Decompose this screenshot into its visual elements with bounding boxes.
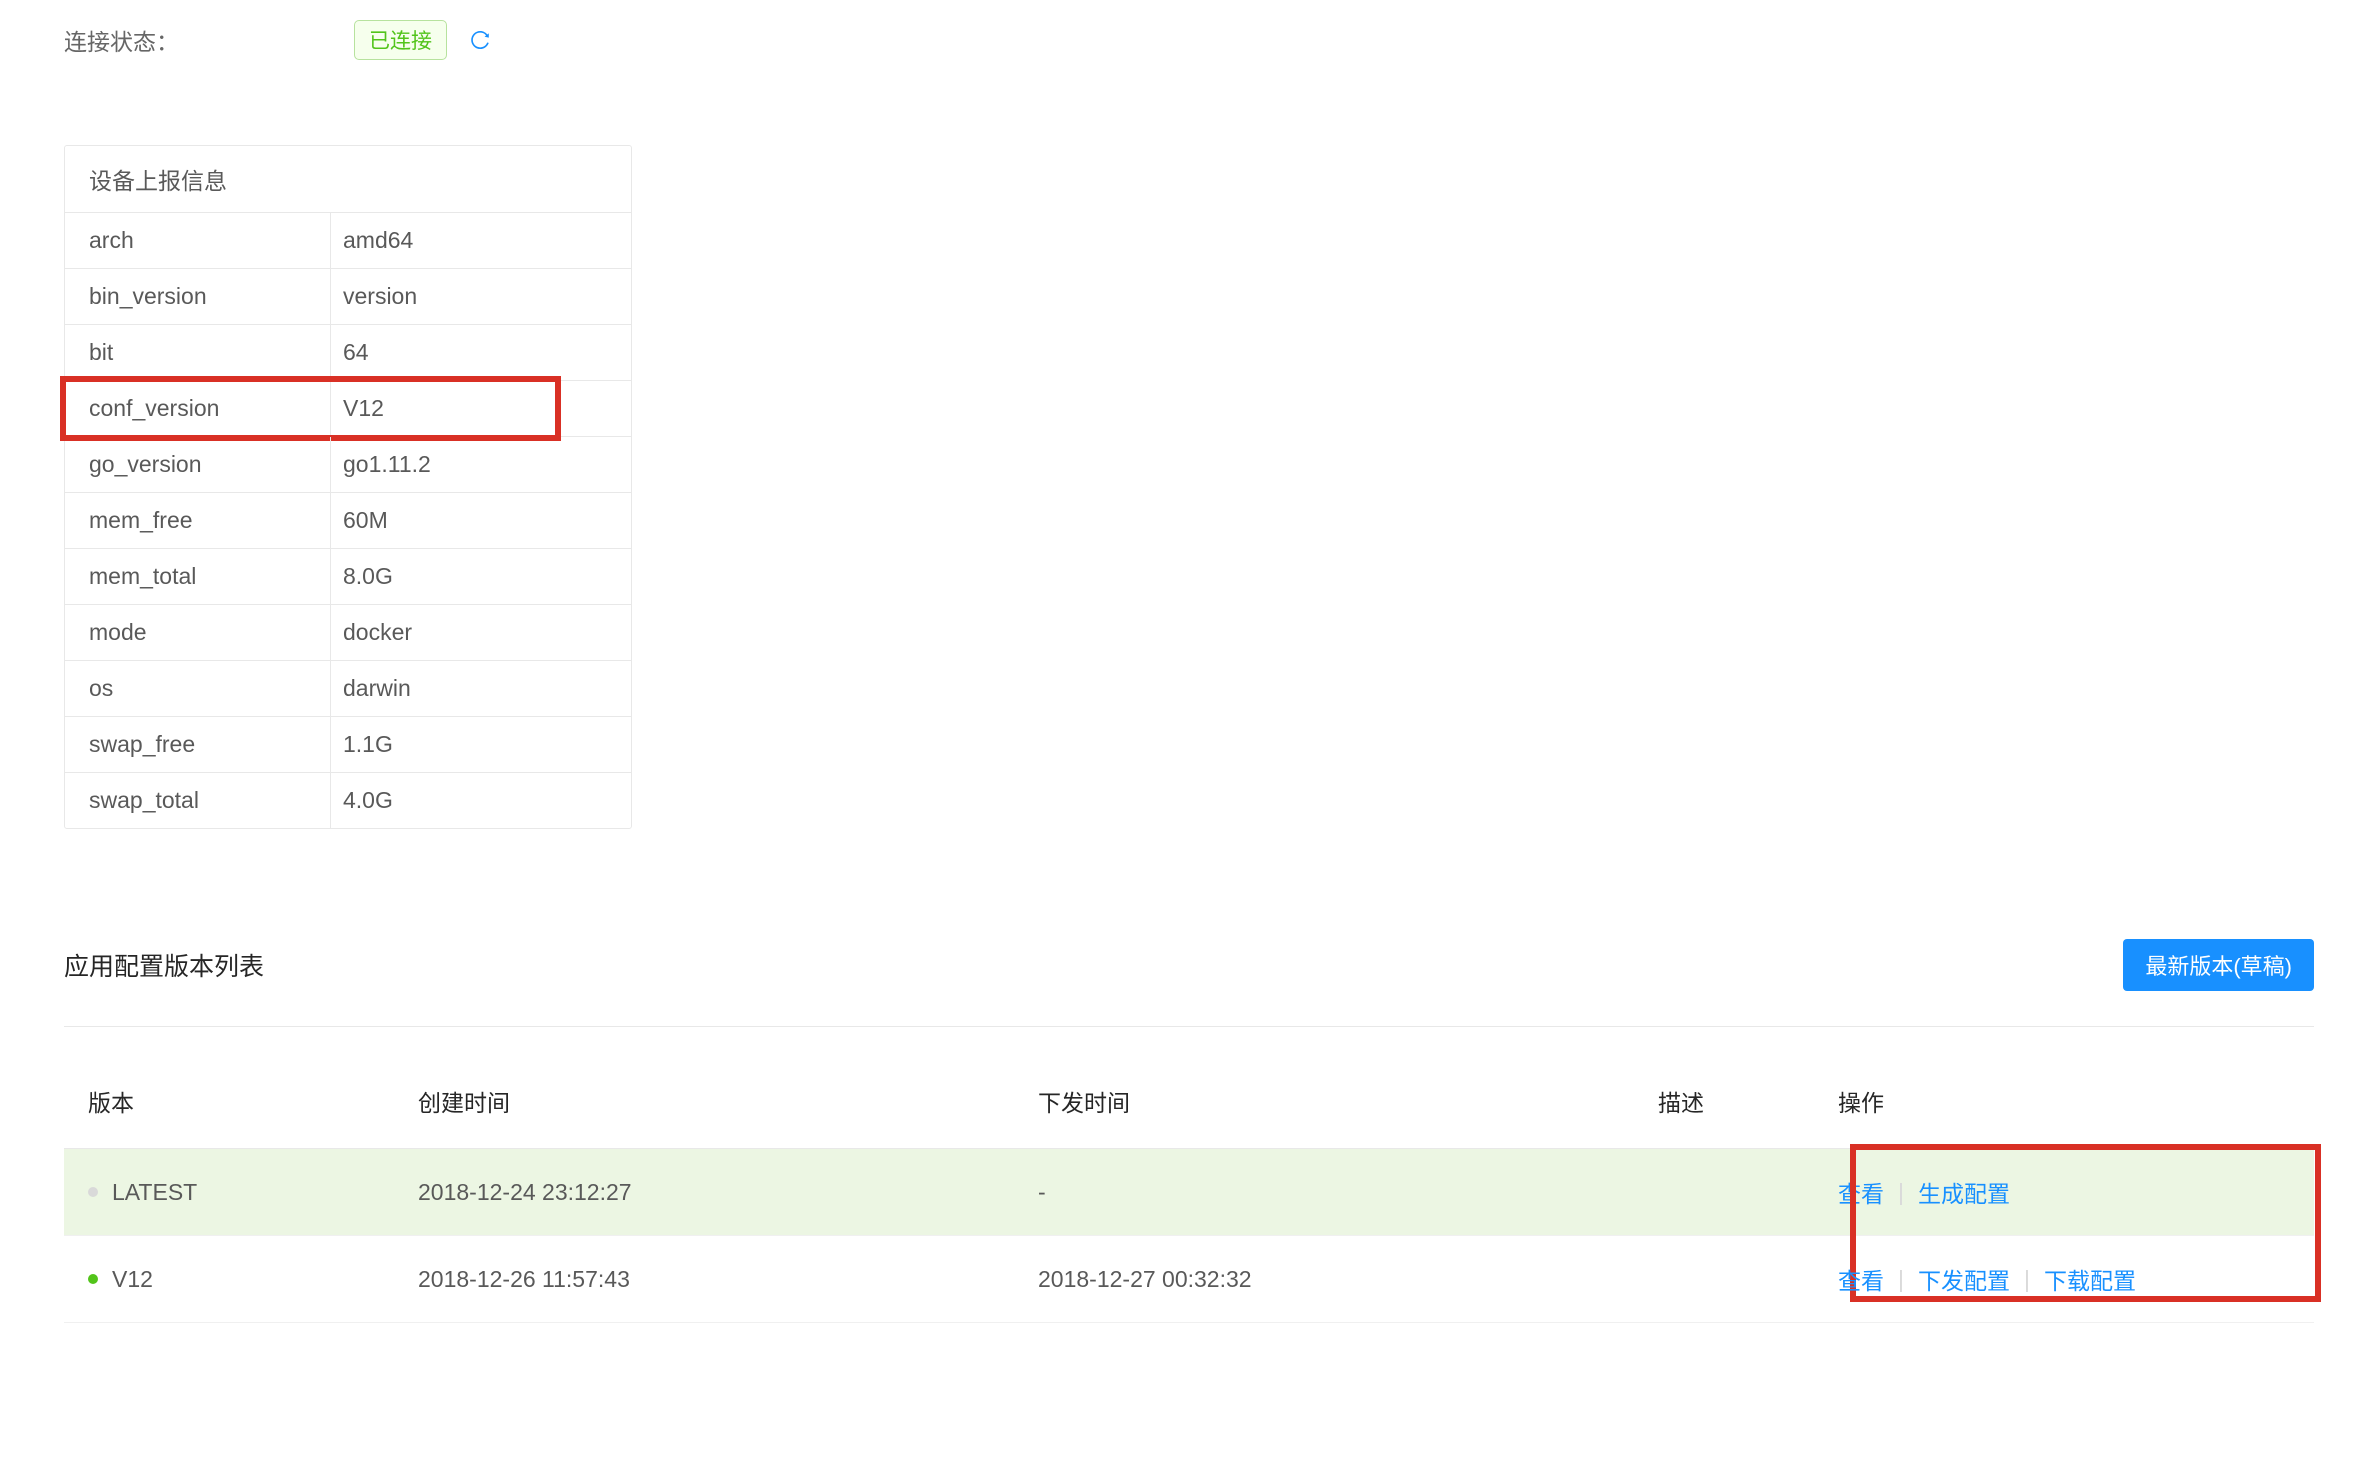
connection-status-label: 连接状态： [64, 23, 354, 57]
connection-status-row: 连接状态： 已连接 [64, 20, 2314, 60]
latest-draft-button[interactable]: 最新版本(草稿) [2123, 939, 2314, 991]
created-cell: 2018-12-26 11:57:43 [418, 1266, 1038, 1293]
version-row: LATEST 2018-12-24 23:12:27- 查看 | 生成配置 [64, 1149, 2314, 1236]
col-version: 版本 [88, 1084, 418, 1118]
info-value: docker [331, 605, 631, 660]
info-value: amd64 [331, 213, 631, 268]
connection-status-badge: 已连接 [354, 20, 447, 60]
info-key: arch [65, 213, 331, 268]
info-row-swap_total: swap_total4.0G [65, 773, 631, 828]
published-cell: 2018-12-27 00:32:32 [1038, 1266, 1658, 1293]
ops-cell: 查看 | 生成配置 [1838, 1175, 2290, 1209]
col-created: 创建时间 [418, 1084, 1038, 1118]
op-separator: | [2024, 1266, 2030, 1293]
version-name: V12 [112, 1266, 153, 1293]
op-separator: | [1898, 1179, 1904, 1206]
versions-section-header: 应用配置版本列表 最新版本(草稿) [64, 939, 2314, 991]
op-link[interactable]: 查看 [1838, 1262, 1884, 1296]
refresh-icon[interactable] [469, 29, 491, 51]
info-row-mem_free: mem_free60M [65, 493, 631, 549]
op-link[interactable]: 下载配置 [2044, 1262, 2136, 1296]
info-value: 8.0G [331, 549, 631, 604]
status-dot-icon [88, 1274, 98, 1284]
op-link[interactable]: 生成配置 [1918, 1175, 2010, 1209]
info-key: bit [65, 325, 331, 380]
versions-section-title: 应用配置版本列表 [64, 947, 264, 983]
info-row-conf_version: conf_versionV12 [65, 381, 631, 437]
op-separator: | [1898, 1266, 1904, 1293]
created-cell: 2018-12-24 23:12:27 [418, 1179, 1038, 1206]
status-dot-icon [88, 1187, 98, 1197]
info-row-bin_version: bin_versionversion [65, 269, 631, 325]
section-divider [64, 1026, 2314, 1027]
info-row-bit: bit64 [65, 325, 631, 381]
info-value: 4.0G [331, 773, 631, 828]
device-info-title: 设备上报信息 [65, 146, 631, 213]
info-value: go1.11.2 [331, 437, 631, 492]
info-key: os [65, 661, 331, 716]
info-row-arch: archamd64 [65, 213, 631, 269]
info-value: 60M [331, 493, 631, 548]
op-link[interactable]: 查看 [1838, 1175, 1884, 1209]
col-published: 下发时间 [1038, 1084, 1658, 1118]
info-key: mode [65, 605, 331, 660]
versions-table-header: 版本 创建时间 下发时间 描述 操作 [64, 1072, 2314, 1149]
info-key: go_version [65, 437, 331, 492]
info-value: V12 [331, 381, 631, 436]
info-key: mem_free [65, 493, 331, 548]
version-row: V12 2018-12-26 11:57:432018-12-27 00:32:3… [64, 1236, 2314, 1323]
info-value: darwin [331, 661, 631, 716]
published-cell: - [1038, 1179, 1658, 1206]
col-desc: 描述 [1658, 1084, 1838, 1118]
version-cell: LATEST [88, 1179, 418, 1206]
info-key: conf_version [65, 381, 331, 436]
info-value: 64 [331, 325, 631, 380]
op-link[interactable]: 下发配置 [1918, 1262, 2010, 1296]
info-key: bin_version [65, 269, 331, 324]
col-ops: 操作 [1838, 1084, 2290, 1118]
info-value: version [331, 269, 631, 324]
info-key: swap_total [65, 773, 331, 828]
info-key: swap_free [65, 717, 331, 772]
info-row-go_version: go_versiongo1.11.2 [65, 437, 631, 493]
ops-cell: 查看 | 下发配置 | 下载配置 [1838, 1262, 2290, 1296]
info-row-mem_total: mem_total8.0G [65, 549, 631, 605]
versions-table: 版本 创建时间 下发时间 描述 操作 LATEST 2018-12-24 23:1… [64, 1072, 2314, 1323]
info-row-os: osdarwin [65, 661, 631, 717]
info-row-mode: modedocker [65, 605, 631, 661]
info-value: 1.1G [331, 717, 631, 772]
info-row-swap_free: swap_free1.1G [65, 717, 631, 773]
version-cell: V12 [88, 1266, 418, 1293]
info-key: mem_total [65, 549, 331, 604]
version-name: LATEST [112, 1179, 197, 1206]
device-info-table: 设备上报信息 archamd64bin_versionversionbit64c… [64, 145, 632, 829]
